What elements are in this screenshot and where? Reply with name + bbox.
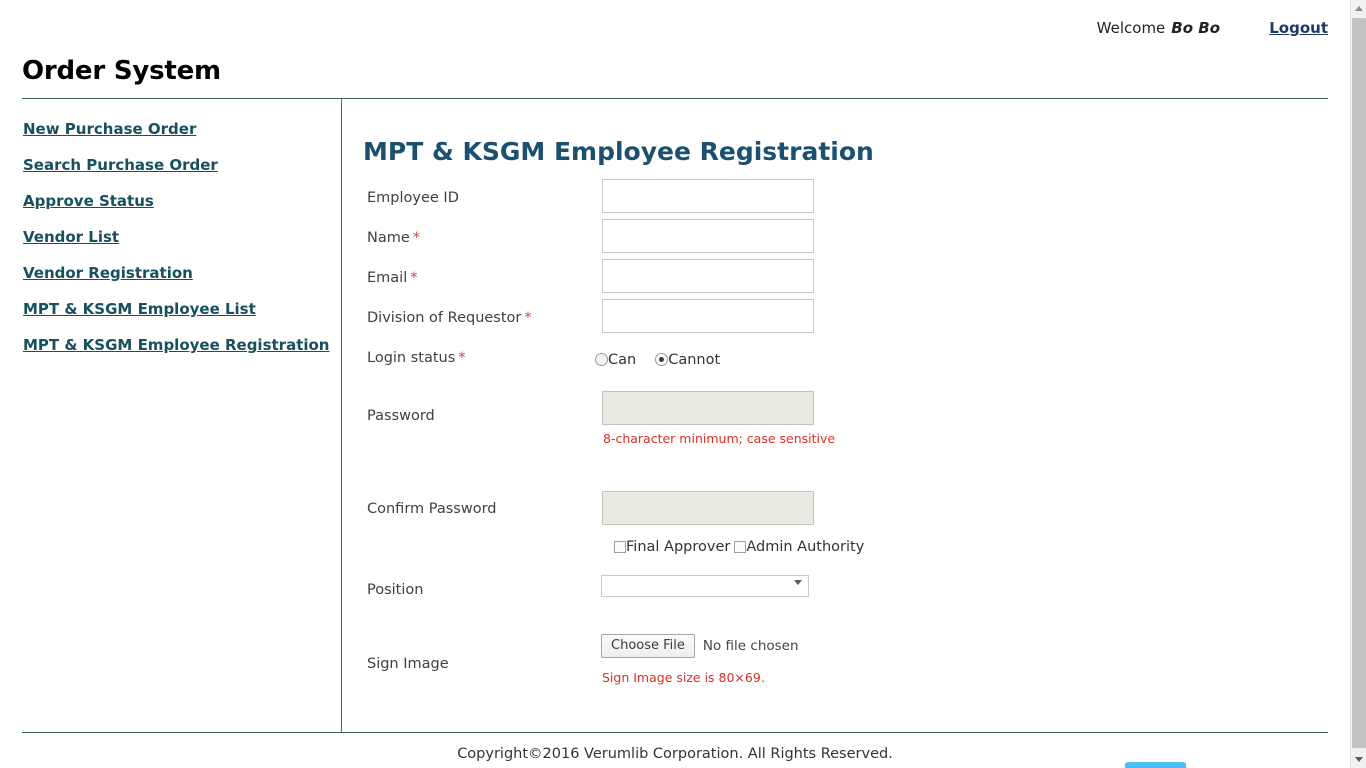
login-status-required-asterisk: * xyxy=(458,350,466,366)
label-name-text: Name xyxy=(367,230,410,246)
page-title: MPT & KSGM Employee Registration xyxy=(363,136,874,166)
label-email-text: Email xyxy=(367,270,408,286)
label-division: Division of Requestor * xyxy=(367,308,532,328)
app-title: Order System xyxy=(22,56,221,86)
radio-login-cannot[interactable] xyxy=(655,353,669,366)
label-login-status: Login status * xyxy=(367,348,466,368)
save-button[interactable]: Save xyxy=(1125,762,1186,768)
choose-file-button[interactable]: Choose File xyxy=(601,634,695,658)
checkbox-admin-authority-label: Admin Authority xyxy=(746,539,865,555)
sign-image-hint: Sign Image size is 80×69. xyxy=(602,670,765,685)
control-employee-id xyxy=(602,179,814,213)
label-sign-image: Sign Image xyxy=(367,654,449,674)
label-name: Name * xyxy=(367,228,420,248)
password-input[interactable] xyxy=(602,391,814,425)
label-sign-image-text: Sign Image xyxy=(367,656,449,672)
sidebar-item-employee-list[interactable]: MPT & KSGM Employee List xyxy=(23,300,256,318)
footer-copyright: Copyright©2016 Verumlib Corporation. All… xyxy=(457,746,893,762)
welcome-label: Welcome xyxy=(1096,19,1166,37)
control-name xyxy=(602,219,814,253)
control-confirm-password: Final Approver Admin Authority xyxy=(602,491,864,555)
welcome-username: Bo Bo xyxy=(1171,19,1220,37)
label-confirm-password: Confirm Password xyxy=(367,499,497,519)
sidebar-item-search-purchase-order[interactable]: Search Purchase Order xyxy=(23,156,218,174)
control-division xyxy=(602,299,814,333)
control-password: 8-character minimum; case sensitive xyxy=(602,391,835,446)
label-password-text: Password xyxy=(367,408,435,424)
logout-link[interactable]: Logout xyxy=(1269,19,1328,37)
vertical-scrollbar[interactable] xyxy=(1350,0,1366,768)
form-row-password: Password 8-character minimum; case sensi… xyxy=(342,391,902,466)
browser-page: Welcome Bo Bo Logout Order System New Pur… xyxy=(0,0,1366,768)
control-sign-image: Choose File No file chosen Sign Image siz… xyxy=(601,634,799,685)
login-status-radio-group: Can Cannot xyxy=(595,352,720,368)
division-required-asterisk: * xyxy=(524,310,532,326)
checkbox-admin-authority[interactable] xyxy=(734,541,747,553)
scroll-down-arrow-icon[interactable] xyxy=(1351,751,1366,768)
name-input[interactable] xyxy=(602,219,814,253)
footer-divider xyxy=(22,732,1328,733)
control-position xyxy=(601,574,809,597)
label-employee-id-text: Employee ID xyxy=(367,190,459,206)
form-row-sign-image: Sign Image Choose File No file chosen Sig… xyxy=(342,618,902,698)
name-required-asterisk: * xyxy=(412,230,421,246)
label-confirm-password-text: Confirm Password xyxy=(367,501,497,517)
sidebar-item-vendor-list[interactable]: Vendor List xyxy=(23,228,119,246)
label-division-text: Division of Requestor xyxy=(367,310,522,326)
radio-login-can[interactable] xyxy=(595,353,608,366)
division-input[interactable] xyxy=(602,299,814,333)
checkbox-final-approver[interactable] xyxy=(614,541,626,553)
radio-login-can-label: Can xyxy=(608,352,637,368)
label-position-text: Position xyxy=(367,582,424,598)
label-password: Password xyxy=(367,406,435,426)
form-row-confirm-password: Confirm Password Final Approver Admin Aut… xyxy=(342,471,902,555)
scroll-up-arrow-icon[interactable] xyxy=(1351,0,1366,17)
top-bar: Welcome Bo Bo Logout xyxy=(0,0,1350,50)
form-row-position: Position xyxy=(342,574,902,618)
form-row-login-status: Login status * Can Cannot xyxy=(342,348,902,388)
email-input[interactable] xyxy=(602,259,814,293)
label-employee-id: Employee ID xyxy=(367,188,459,208)
password-hint: 8-character minimum; case sensitive xyxy=(603,431,836,446)
control-login-status: Can Cannot xyxy=(595,349,720,369)
welcome-message: Welcome Bo Bo xyxy=(1097,19,1220,37)
radio-login-cannot-label: Cannot xyxy=(668,352,721,368)
employee-id-input[interactable] xyxy=(602,179,814,213)
sidebar-item-new-purchase-order[interactable]: New Purchase Order xyxy=(23,120,196,138)
file-chosen-text: No file chosen xyxy=(702,638,799,654)
sidebar-item-employee-registration[interactable]: MPT & KSGM Employee Registration xyxy=(23,336,330,354)
confirm-password-input[interactable] xyxy=(602,491,814,525)
sidebar-nav: New Purchase Order Search Purchase Order… xyxy=(0,99,341,732)
sign-image-file-input: Choose File No file chosen xyxy=(601,634,799,658)
page-viewport: Welcome Bo Bo Logout Order System New Pur… xyxy=(0,0,1350,768)
authority-checkbox-group: Final Approver Admin Authority xyxy=(614,538,864,556)
label-position: Position xyxy=(367,580,423,600)
form-row-division: Division of Requestor * xyxy=(342,299,902,348)
checkbox-final-approver-label: Final Approver xyxy=(626,539,731,555)
sidebar-item-vendor-registration[interactable]: Vendor Registration xyxy=(23,264,193,282)
label-email: Email * xyxy=(367,268,417,288)
sidebar-item-approve-status[interactable]: Approve Status xyxy=(23,192,154,210)
control-email xyxy=(602,259,814,293)
label-login-status-text: Login status xyxy=(367,350,456,366)
main-content: MPT & KSGM Employee Registration Employe… xyxy=(342,99,1350,768)
position-select[interactable] xyxy=(601,574,809,597)
email-required-asterisk: * xyxy=(410,270,418,286)
position-select-wrap xyxy=(601,574,809,597)
scrollbar-thumb[interactable] xyxy=(1352,18,1366,748)
